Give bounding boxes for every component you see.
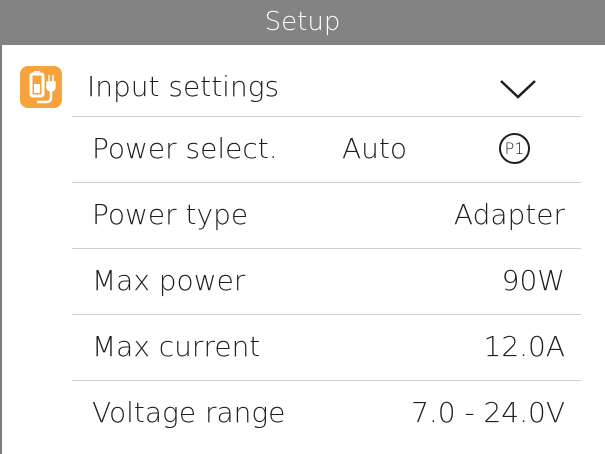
chevron-down-icon[interactable]	[498, 78, 538, 100]
row-power-select[interactable]: Power select. Auto P1	[72, 116, 581, 182]
power-adapter-icon	[20, 66, 62, 108]
row-label: Power type	[92, 198, 249, 231]
page-title: Setup	[0, 0, 605, 45]
row-value: 7.0 - 24.0V	[411, 396, 565, 429]
section-header-input-settings[interactable]: Input settings	[0, 58, 605, 116]
profile-badge: P1	[499, 133, 530, 164]
row-max-current[interactable]: Max current 12.0A	[72, 314, 581, 380]
row-label: Max current	[92, 330, 261, 363]
row-value: 90W	[501, 264, 565, 297]
row-value: Auto	[342, 132, 408, 165]
row-voltage-range[interactable]: Voltage range 7.0 - 24.0V	[72, 380, 581, 446]
row-label: Power select.	[92, 132, 278, 165]
row-power-type[interactable]: Power type Adapter	[72, 182, 581, 248]
row-label: Max power	[92, 264, 246, 297]
row-value: 12.0A	[483, 330, 566, 363]
row-max-power[interactable]: Max power 90W	[72, 248, 581, 314]
section-label: Input settings	[87, 70, 280, 103]
row-value: Adapter	[453, 198, 565, 231]
row-label: Voltage range	[92, 396, 286, 429]
